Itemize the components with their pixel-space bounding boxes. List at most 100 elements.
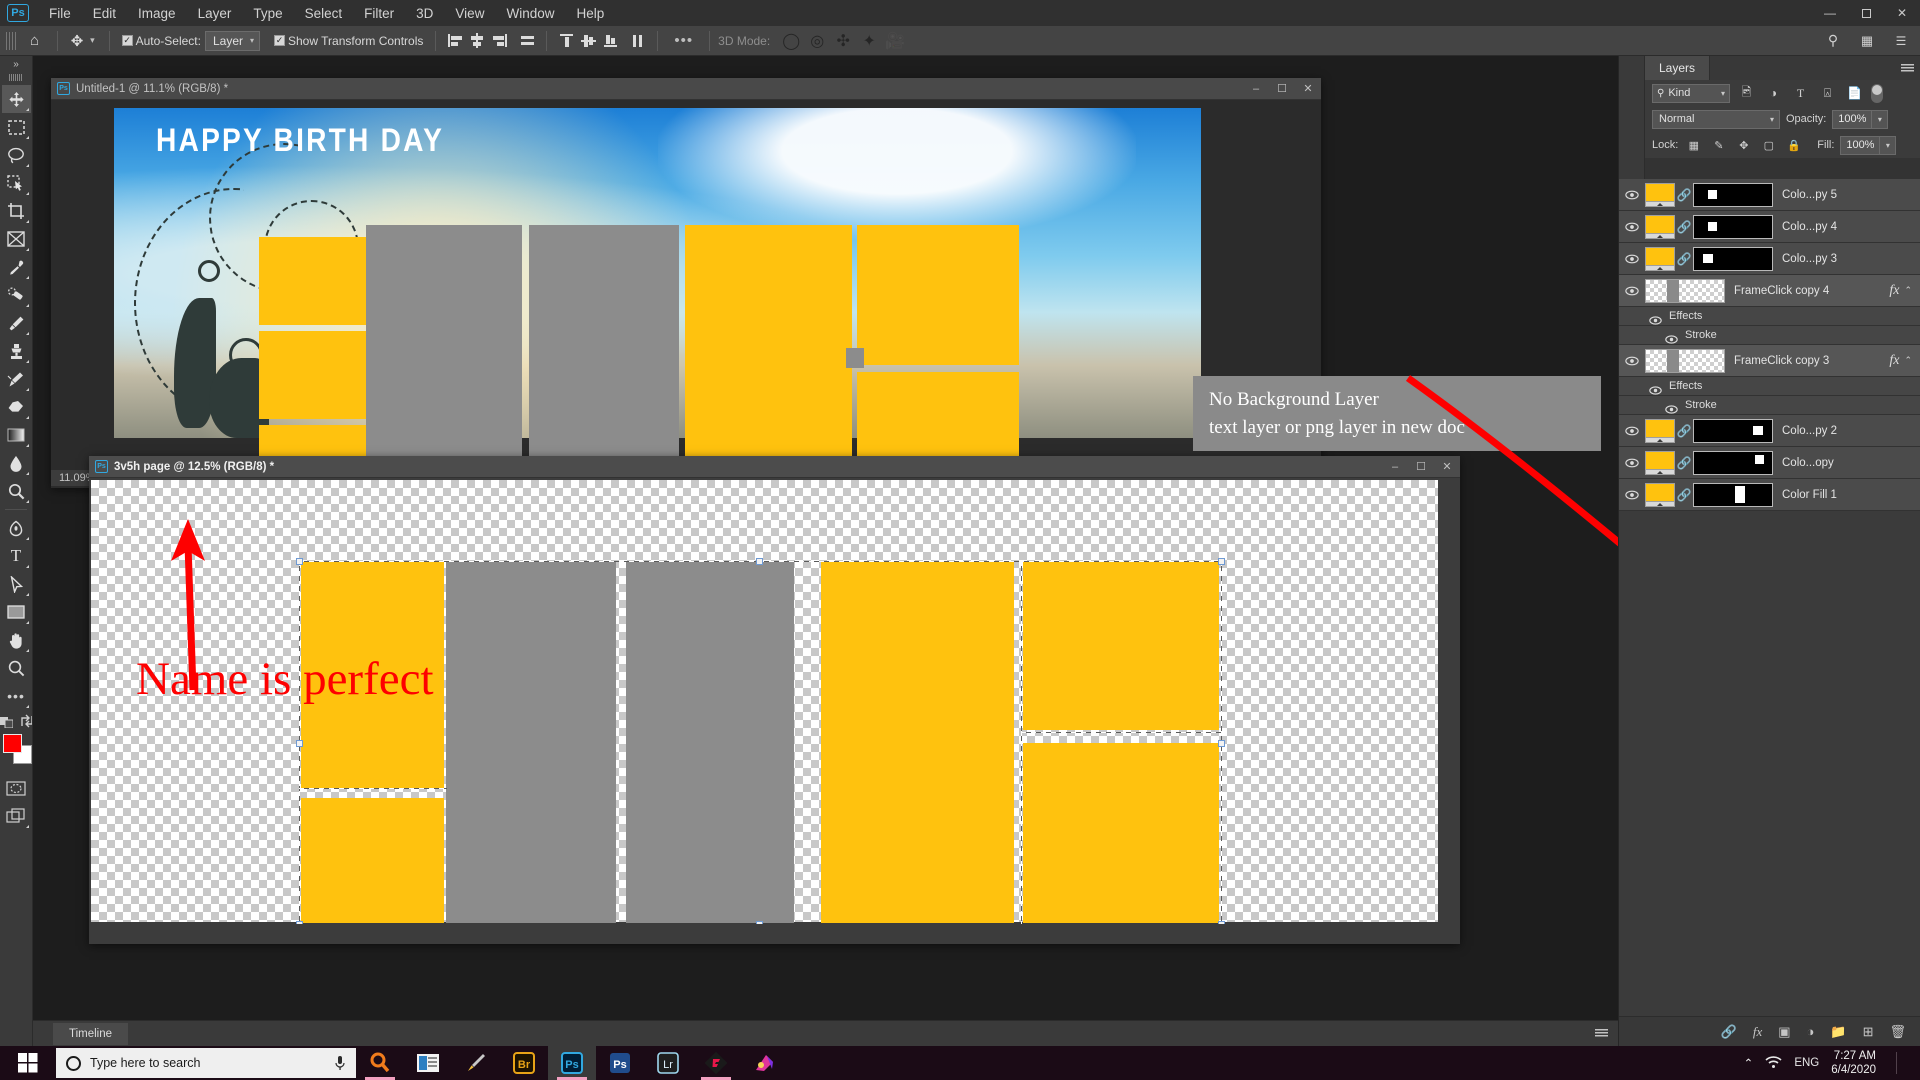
align-right-edges-icon[interactable] — [488, 30, 510, 52]
align-left-edges-icon[interactable] — [444, 30, 466, 52]
taskbar-app-bridge[interactable]: Br — [500, 1046, 548, 1080]
layer-name[interactable]: FrameClick copy 3 — [1725, 355, 1829, 367]
opacity-value[interactable]: 100% — [1832, 110, 1872, 129]
link-layers-icon[interactable]: 🔗 — [1721, 1024, 1737, 1040]
smart-object-filter-icon[interactable]: 📄 — [1844, 84, 1865, 103]
new-layer-icon[interactable]: ⊞ — [1863, 1024, 1874, 1040]
layer-effects-row[interactable]: Effects — [1619, 377, 1920, 396]
language-indicator[interactable]: ENG — [1794, 1057, 1819, 1069]
chevron-up-icon[interactable]: ⌃ — [1904, 285, 1920, 296]
zoom-tool[interactable] — [2, 654, 31, 682]
search-icon[interactable]: ⚲ — [1822, 30, 1844, 52]
search-input[interactable]: Type here to search — [56, 1048, 356, 1078]
layer-effect-stroke-row[interactable]: Stroke — [1619, 396, 1920, 415]
lock-transparent-pixels-icon[interactable]: ▦ — [1684, 136, 1703, 155]
edit-toolbar-button[interactable]: ••• — [2, 682, 31, 710]
align-horizontal-centers-icon[interactable] — [466, 30, 488, 52]
taskbar-app-media[interactable] — [740, 1046, 788, 1080]
layer-row[interactable]: 🔗 Colo...py 3 — [1619, 243, 1920, 275]
microphone-icon[interactable] — [334, 1055, 346, 1071]
add-layer-style-icon[interactable]: fx — [1753, 1024, 1762, 1040]
menu-filter[interactable]: Filter — [353, 3, 405, 24]
layer-filter-kind[interactable]: ⚲ Kind ▾ — [1652, 84, 1730, 103]
minimize-button[interactable]: — — [1812, 0, 1848, 26]
layer-thumbnail[interactable] — [1645, 483, 1675, 507]
layer-mask-thumbnail[interactable] — [1693, 247, 1773, 271]
dodge-tool[interactable] — [2, 477, 31, 505]
doc2-minimize-button[interactable]: – — [1382, 456, 1408, 478]
layer-visibility-icon[interactable] — [1619, 190, 1645, 200]
transform-handle[interactable] — [296, 558, 303, 565]
lock-image-pixels-icon[interactable]: ✎ — [1709, 136, 1728, 155]
screen-mode-icon[interactable] — [2, 802, 31, 830]
layer-visibility-icon[interactable] — [1619, 356, 1645, 366]
layer-visibility-icon[interactable] — [1619, 222, 1645, 232]
layer-thumbnail[interactable] — [1645, 349, 1725, 373]
rectangle-tool[interactable] — [2, 598, 31, 626]
tray-chevron-icon[interactable]: ⌃ — [1744, 1056, 1754, 1070]
document-window-untitled-1[interactable]: Ps Untitled-1 @ 11.1% (RGB/8) * – ☐ ✕ HA… — [51, 78, 1321, 488]
show-transform-checkbox[interactable]: ✓ — [274, 35, 285, 46]
lock-position-icon[interactable]: ✥ — [1734, 136, 1753, 155]
horizontal-type-tool[interactable]: T — [2, 542, 31, 570]
blur-tool[interactable] — [2, 449, 31, 477]
distribute-vertically-icon[interactable] — [627, 30, 649, 52]
move-tool-icon[interactable]: ✥ — [66, 30, 88, 52]
lasso-tool[interactable] — [2, 141, 31, 169]
doc1-close-button[interactable]: ✕ — [1295, 78, 1321, 100]
layer-visibility-icon[interactable] — [1619, 254, 1645, 264]
path-selection-tool[interactable] — [2, 570, 31, 598]
layer-mask-thumbnail[interactable] — [1693, 215, 1773, 239]
menu-layer[interactable]: Layer — [187, 3, 243, 24]
layer-row[interactable]: 🔗 Colo...opy — [1619, 447, 1920, 479]
effects-visibility-icon[interactable] — [1649, 382, 1662, 391]
swap-colors-icon[interactable] — [20, 714, 32, 728]
more-options-button[interactable]: ••• — [666, 32, 701, 49]
taskbar-app-photoshop-2[interactable]: Ps — [596, 1046, 644, 1080]
layer-row[interactable]: 🔗 Colo...py 5 — [1619, 179, 1920, 211]
layer-thumbnail[interactable] — [1645, 451, 1675, 475]
taskbar-app-paint[interactable] — [452, 1046, 500, 1080]
auto-select-checkbox[interactable]: ✓ — [122, 35, 133, 46]
taskbar-app-news[interactable] — [404, 1046, 452, 1080]
stroke-visibility-icon[interactable] — [1665, 401, 1678, 410]
opacity-slider-caret[interactable]: ▾ — [1872, 110, 1888, 129]
layer-mask-thumbnail[interactable] — [1693, 183, 1773, 207]
layer-name[interactable]: Colo...opy — [1773, 457, 1834, 469]
delete-layer-icon[interactable]: 🗑 — [1889, 1024, 1906, 1040]
menu-select[interactable]: Select — [294, 3, 354, 24]
fill-value[interactable]: 100% — [1840, 136, 1880, 155]
layer-effects-icon[interactable]: fx — [1889, 353, 1904, 369]
menu-file[interactable]: File — [38, 3, 82, 24]
lock-all-icon[interactable]: 🔒 — [1784, 136, 1803, 155]
pixel-filter-icon[interactable]: 🖻 — [1736, 84, 1757, 103]
document-title-bar-1[interactable]: Ps Untitled-1 @ 11.1% (RGB/8) * – ☐ ✕ — [51, 78, 1321, 100]
tab-layers[interactable]: Layers — [1645, 56, 1710, 80]
fill-slider-caret[interactable]: ▾ — [1880, 136, 1896, 155]
align-vertical-centers-icon[interactable] — [577, 30, 599, 52]
layer-row[interactable]: 🔗 Color Fill 1 — [1619, 479, 1920, 511]
arrange-documents-icon[interactable]: ☰ — [1890, 30, 1912, 52]
move-tool[interactable] — [2, 85, 31, 113]
layer-thumbnail[interactable] — [1645, 419, 1675, 443]
rectangular-marquee-tool[interactable] — [2, 113, 31, 141]
align-top-edges-icon[interactable] — [555, 30, 577, 52]
toolbar-grip[interactable] — [9, 74, 23, 81]
layer-row[interactable]: FrameClick copy 4 fx ⌃ — [1619, 275, 1920, 307]
quick-selection-tool[interactable] — [2, 169, 31, 197]
history-brush-tool[interactable] — [2, 365, 31, 393]
maximize-button[interactable] — [1848, 0, 1884, 26]
layer-effects-icon[interactable]: fx — [1889, 283, 1904, 299]
layer-visibility-icon[interactable] — [1619, 426, 1645, 436]
layer-mask-thumbnail[interactable] — [1693, 451, 1773, 475]
mask-link-icon[interactable]: 🔗 — [1675, 424, 1693, 438]
transform-handle[interactable] — [296, 740, 303, 747]
layer-thumbnail[interactable] — [1645, 183, 1675, 207]
windows-start-icon[interactable] — [0, 1046, 56, 1080]
transform-handle[interactable] — [756, 558, 763, 565]
auto-select-option[interactable]: ✓ Auto-Select: — [118, 34, 205, 48]
new-adjustment-layer-icon[interactable]: ◑ — [1807, 1024, 1815, 1039]
auto-select-scope-dropdown[interactable]: Layer ▾ — [205, 31, 260, 51]
layer-thumbnail[interactable] — [1645, 247, 1675, 271]
show-transform-controls-option[interactable]: ✓ Show Transform Controls — [270, 34, 427, 48]
